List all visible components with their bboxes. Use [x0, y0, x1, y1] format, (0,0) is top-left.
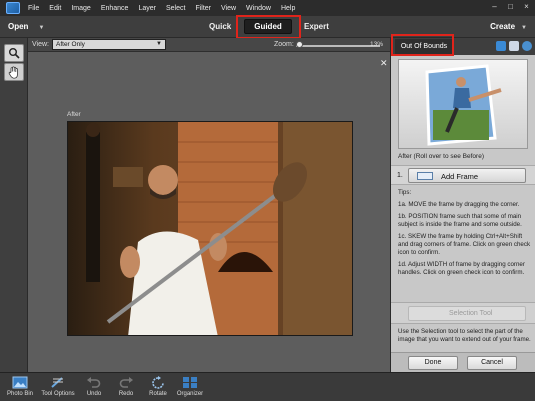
menu-enhance[interactable]: Enhance [101, 5, 129, 12]
document-photo[interactable] [67, 121, 353, 336]
frame-icon [417, 172, 433, 180]
panel-footer: Done Cancel [391, 352, 535, 372]
magnifier-icon [9, 48, 20, 59]
zoom-tool-button[interactable] [4, 44, 24, 62]
preview-caption: After (Roll over to see Before) [398, 153, 484, 160]
rotate-icon [150, 375, 166, 389]
chevron-down-icon: ▼ [521, 25, 527, 31]
menu-help[interactable]: Help [281, 5, 295, 12]
guided-edit-panel: Out Of Bounds After (Roll over to see Be… [390, 34, 535, 372]
tip-1a: 1a. MOVE the frame by dragging the corne… [398, 201, 520, 208]
menu-image[interactable]: Image [71, 5, 90, 12]
selection-tool-button[interactable]: Selection Tool [408, 306, 526, 321]
done-button[interactable]: Done [408, 356, 458, 370]
help-icon[interactable] [522, 41, 532, 51]
panel-header: Out Of Bounds [391, 34, 535, 56]
menu-file[interactable]: File [28, 5, 39, 12]
view-select-value: After Only [56, 41, 85, 48]
tool-options-icon [50, 375, 66, 389]
menu-bar: File Edit Image Enhance Layer Select Fil… [0, 0, 535, 16]
menu-edit[interactable]: Edit [49, 5, 61, 12]
chevron-down-icon: ▼ [38, 25, 45, 31]
chevron-down-icon: ▼ [156, 41, 162, 47]
tip-1d: 1d. Adjust WIDTH of frame by dragging co… [398, 261, 525, 276]
preview-image [425, 64, 502, 146]
tip-1b: 1b. POSITION frame such that some of mai… [398, 213, 522, 228]
menu-select[interactable]: Select [166, 5, 185, 12]
step-row: 1. Add Frame [391, 165, 535, 185]
tab-quick[interactable]: Quick [209, 22, 231, 31]
reset-icon[interactable] [509, 41, 519, 51]
after-label: After [67, 111, 81, 118]
open-button[interactable]: Open ▼ [8, 22, 44, 31]
tool-options-button[interactable]: Tool Options [38, 375, 78, 397]
tab-expert[interactable]: Expert [304, 22, 329, 31]
step-number: 1. [397, 172, 403, 179]
tab-guided[interactable]: Guided [244, 19, 292, 34]
selection-tool-row: Selection Tool [391, 302, 535, 324]
photo-bin-icon [12, 375, 28, 389]
effect-preview[interactable] [398, 59, 528, 149]
create-button[interactable]: Create ▼ [490, 22, 527, 31]
tip-1c: 1c. SKEW the frame by holding Ctrl+Alt+S… [398, 233, 531, 256]
tips-section: Tips: 1a. MOVE the frame by dragging the… [398, 189, 532, 281]
view-label: View: [32, 41, 49, 48]
mode-bar: Open ▼ Quick Guided Expert Create ▼ [0, 15, 535, 39]
zoom-value: 13% [370, 41, 384, 48]
organizer-button[interactable]: Organizer [170, 375, 210, 397]
selection-description: Use the Selection tool to select the par… [398, 328, 531, 343]
toolbox [0, 38, 28, 372]
maximize-icon[interactable]: □ [506, 2, 515, 11]
zoom-label: Zoom: [274, 41, 294, 48]
close-window-icon[interactable]: × [522, 2, 531, 11]
close-icon[interactable]: ✕ [380, 58, 388, 69]
undo-icon [86, 375, 102, 389]
hand-tool-button[interactable] [4, 63, 24, 81]
view-select[interactable]: After Only ▼ [52, 39, 166, 50]
chef-photo-image [68, 122, 352, 335]
photo-bin-button[interactable]: Photo Bin [0, 375, 40, 397]
menu-view[interactable]: View [221, 5, 236, 12]
bottom-bar: Photo Bin Tool Options Undo Redo Rotate … [0, 372, 535, 401]
menu-window[interactable]: Window [246, 5, 271, 12]
organizer-icon [182, 375, 198, 389]
menu-filter[interactable]: Filter [195, 5, 211, 12]
play-icon[interactable] [496, 41, 506, 51]
hand-icon [8, 65, 18, 79]
app-logo-icon [6, 2, 20, 14]
minimize-icon[interactable]: – [490, 2, 499, 11]
cancel-button[interactable]: Cancel [467, 356, 517, 370]
zoom-slider-handle[interactable] [296, 41, 303, 48]
zoom-slider-track[interactable] [296, 45, 380, 47]
tips-heading: Tips: [398, 189, 412, 196]
add-frame-button[interactable]: Add Frame [408, 168, 526, 183]
panel-title-highlight-box [391, 34, 454, 56]
menu-layer[interactable]: Layer [138, 5, 156, 12]
view-options-bar: View: After Only ▼ Zoom: 13% [28, 38, 390, 52]
redo-icon [118, 375, 134, 389]
